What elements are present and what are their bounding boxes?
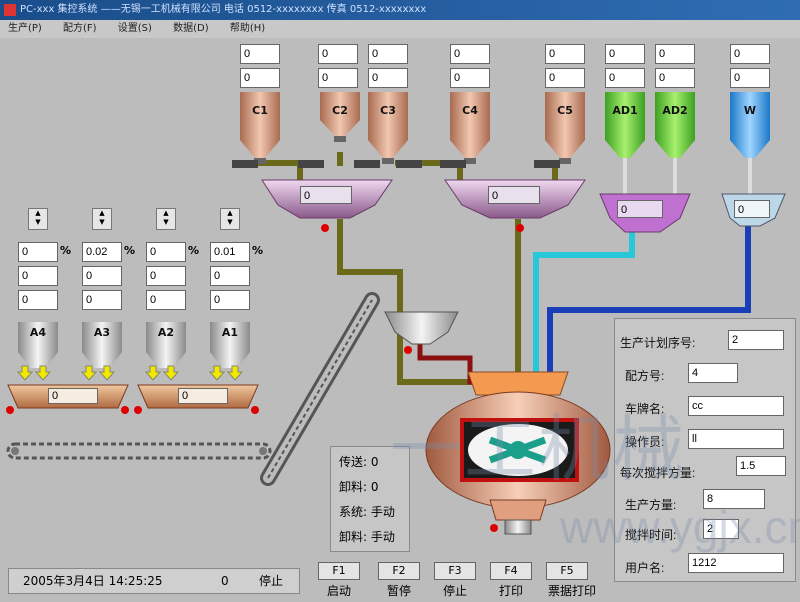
water-scale-reading: 0 [734, 200, 770, 218]
f2-caption: 暂停 [386, 584, 411, 598]
a3-label: A3 [93, 326, 111, 339]
f3-stop-button[interactable]: F3 [434, 562, 476, 580]
c2-value-1: 0 [318, 44, 358, 64]
status-system-mode: 系统: 手动 [339, 505, 395, 519]
status-bar: 2005年3月4日 14:25:25 0 停止 [8, 568, 300, 594]
cement-hopper-c4 [450, 92, 490, 164]
c1-value-1: 0 [240, 44, 280, 64]
f4-caption: 打印 [498, 584, 523, 598]
c5-value-2: 0 [545, 68, 585, 88]
a2-spinner[interactable]: ▲ ▼ [156, 208, 176, 230]
batch-volume-field[interactable]: 1.5 [736, 456, 786, 476]
watermark-logo: 一工机械 [390, 410, 687, 490]
username-label: 用户名: [625, 561, 665, 575]
a4-spinner[interactable]: ▲ ▼ [28, 208, 48, 230]
cement-scale-1-reading: 0 [300, 186, 352, 204]
c1-value-2: 0 [240, 68, 280, 88]
status-discharge-count: 卸料: 0 [339, 480, 379, 494]
username-field[interactable]: 1212 [688, 553, 784, 573]
a3-percent[interactable]: 0.02 [82, 242, 122, 262]
a1-value-1: 0 [210, 266, 250, 286]
cement-hopper-c3 [368, 92, 408, 164]
aggregate-scale-1-reading: 0 [48, 388, 98, 404]
f5-caption: 票据打印 [547, 584, 596, 598]
a1-label: A1 [221, 326, 239, 339]
w-value-2: 0 [730, 68, 770, 88]
a2-percent[interactable]: 0 [146, 242, 186, 262]
a2-label: A2 [157, 326, 175, 339]
ad1-value-1: 0 [605, 44, 645, 64]
f1-caption: 启动 [326, 584, 351, 598]
a1-value-2: 0 [210, 290, 250, 310]
a4-value-1: 0 [18, 266, 58, 286]
gate-arrows [16, 365, 244, 381]
recipe-number-label: 配方号: [625, 369, 665, 383]
a1-percent-sign: % [252, 244, 264, 257]
c3-label: C3 [380, 104, 396, 117]
status-discharge-mode: 卸料: 手动 [339, 530, 395, 544]
plan-number-label: 生产计划序号: [620, 336, 696, 350]
f3-caption: 停止 [442, 584, 467, 598]
w-value-1: 0 [730, 44, 770, 64]
a3-value-1: 0 [82, 266, 122, 286]
a4-value-2: 0 [18, 290, 58, 310]
status-conveying: 传送: 0 [339, 455, 379, 469]
f1-start-button[interactable]: F1 [318, 562, 360, 580]
c3-value-1: 0 [368, 44, 408, 64]
c2-label: C2 [332, 104, 348, 117]
a1-percent[interactable]: 0.01 [210, 242, 250, 262]
cement-scale-2-reading: 0 [488, 186, 540, 204]
cement-hopper-c5 [545, 92, 585, 164]
f4-print-button[interactable]: F4 [490, 562, 532, 580]
a2-percent-sign: % [188, 244, 200, 257]
a4-percent[interactable]: 0 [18, 242, 58, 262]
a4-percent-sign: % [60, 244, 72, 257]
additive-scale-reading: 0 [617, 200, 663, 218]
cement-hopper-c1 [240, 92, 280, 164]
c4-label: C4 [462, 104, 478, 117]
a4-label: A4 [29, 326, 47, 339]
c4-value-1: 0 [450, 44, 490, 64]
w-label: W [743, 104, 757, 117]
c3-value-2: 0 [368, 68, 408, 88]
plan-number-field[interactable]: 2 [728, 330, 784, 350]
horizontal-belt-conveyor [6, 442, 272, 460]
c1-label: C1 [252, 104, 268, 117]
a1-spinner[interactable]: ▲ ▼ [220, 208, 240, 230]
a3-percent-sign: % [124, 244, 136, 257]
truck-plate-field[interactable]: cc [688, 396, 784, 416]
a3-spinner[interactable]: ▲ ▼ [92, 208, 112, 230]
a3-value-2: 0 [82, 290, 122, 310]
ad2-value-1: 0 [655, 44, 695, 64]
c5-label: C5 [557, 104, 573, 117]
c2-value-2: 0 [318, 68, 358, 88]
aggregate-scale-2-reading: 0 [178, 388, 228, 404]
c5-value-1: 0 [545, 44, 585, 64]
ad2-value-2: 0 [655, 68, 695, 88]
f5-ticket-print-button[interactable]: F5 [546, 562, 588, 580]
watermark-url: www.ygjx.cn [560, 501, 800, 553]
status-counter: 0 [221, 574, 229, 588]
status-state: 停止 [259, 574, 284, 588]
ad2-label: AD2 [662, 104, 688, 117]
cement-hopper-c2 [320, 92, 360, 142]
a2-value-1: 0 [146, 266, 186, 286]
ad1-value-2: 0 [605, 68, 645, 88]
recipe-number-field[interactable]: 4 [688, 363, 738, 383]
ad1-label: AD1 [612, 104, 638, 117]
a2-value-2: 0 [146, 290, 186, 310]
operator-field[interactable]: ll [688, 429, 784, 449]
f2-pause-button[interactable]: F2 [378, 562, 420, 580]
c4-value-2: 0 [450, 68, 490, 88]
status-datetime: 2005年3月4日 14:25:25 [23, 574, 163, 588]
